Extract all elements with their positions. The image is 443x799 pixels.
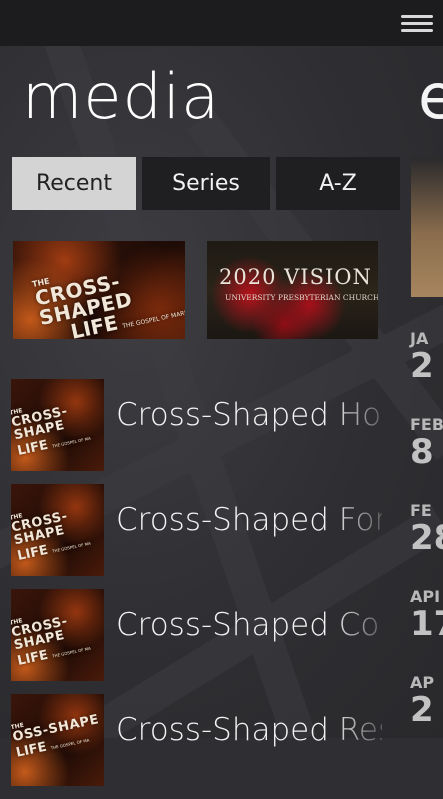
tab-a-z[interactable]: A-Z	[276, 157, 400, 210]
hamburger-menu-icon[interactable]	[401, 11, 433, 35]
item-title: Cross-Shaped Con	[116, 607, 382, 643]
series-artwork: THE CROSS-SHAPED LIFE THE GOSPEL OF MARK	[31, 269, 185, 339]
item-thumbnail: THE OSS-SHAPE LIFE THE GOSPEL OF MA	[11, 694, 104, 786]
item-thumbnail: THE CROSS-SHAPE LIFE THE GOSPEL OF MA	[11, 589, 104, 681]
featured-series-2020-vision[interactable]: 2020 VISION UNIVERSITY PRESBYTERIAN CHUR…	[207, 241, 378, 339]
app-bar	[0, 0, 443, 46]
date-entry: AP 2	[410, 673, 435, 730]
series-artwork-subtitle: UNIVERSITY PRESBYTERIAN CHURCH	[225, 293, 378, 302]
item-title: Cross-Shaped Holi	[116, 397, 382, 433]
date-entry: JA 2	[410, 329, 434, 386]
date-entry: FEB 8	[410, 415, 443, 472]
next-section-title-peek[interactable]: e	[418, 60, 443, 134]
tab-recent[interactable]: Recent	[12, 157, 136, 210]
tab-series[interactable]: Series	[142, 157, 270, 210]
featured-series-cross-shaped-life[interactable]: THE CROSS-SHAPED LIFE THE GOSPEL OF MARK	[13, 241, 185, 339]
item-thumbnail: THE CROSS-SHAPE LIFE THE GOSPEL OF MA	[11, 379, 104, 471]
tab-bar: Recent Series A-Z	[12, 157, 400, 210]
series-artwork-title: 2020 VISION	[219, 265, 372, 289]
item-thumbnail: THE CROSS-SHAPE LIFE THE GOSPEL OF MA	[11, 484, 104, 576]
date-entry: FE 28	[410, 501, 443, 558]
page-title: media	[22, 60, 221, 133]
date-entry: API 17	[410, 587, 443, 644]
item-title: Cross-Shaped Rest	[116, 712, 382, 748]
next-panel-thumbnail	[411, 157, 443, 297]
item-title: Cross-Shaped Forg	[116, 502, 382, 538]
